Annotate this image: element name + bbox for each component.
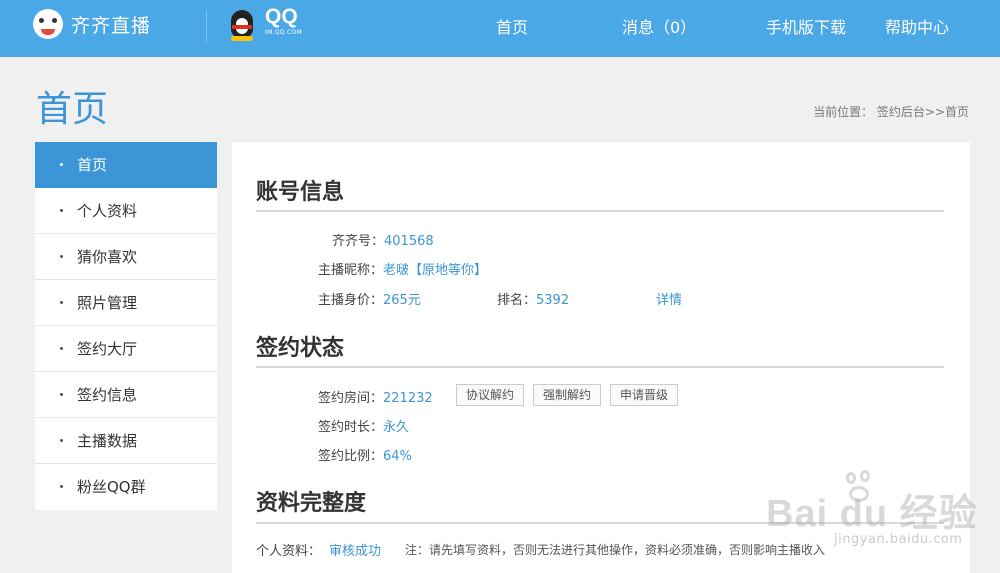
sidebar-item-label: 猜你喜欢 [77, 248, 138, 266]
sidebar-item-recommend[interactable]: 猜你喜欢 [35, 234, 217, 280]
rank-row: 排名：5392 [497, 289, 569, 308]
room-row: 签约房间：221232 [318, 387, 433, 406]
nickname-row: 主播昵称：老啵【原地等你】 [318, 259, 487, 278]
force-terminate-button[interactable]: 强制解约 [533, 384, 602, 406]
sidebar-item-contract-info[interactable]: 签约信息 [35, 372, 217, 418]
sidebar-item-contract-hall[interactable]: 签约大厅 [35, 326, 217, 372]
watermark-url: jingyan.baidu.com [834, 532, 963, 547]
bullet-icon [60, 301, 63, 304]
section-divider [256, 210, 944, 212]
section-title-contract: 签约状态 [256, 336, 345, 361]
sidebar-item-label: 粉丝QQ群 [77, 478, 146, 496]
qq-logo-subtext: IM.QQ.COM [265, 29, 302, 36]
qiqi-id-value: 401568 [384, 234, 434, 249]
qq-penguin-icon [228, 6, 256, 42]
nav-messages[interactable]: 消息（0） [622, 14, 696, 37]
nav-mobile-download[interactable]: 手机版下载 [766, 14, 846, 37]
header-divider [206, 10, 207, 42]
ratio-value: 64% [383, 449, 412, 464]
section-divider [256, 366, 944, 368]
sidebar-menu: 首页 个人资料 猜你喜欢 照片管理 签约大厅 签约信息 主播数据 粉丝QQ群 [35, 142, 217, 510]
apply-promotion-button[interactable]: 申请晋级 [610, 384, 679, 406]
detail-link[interactable]: 详情 [656, 289, 682, 308]
personal-info-row: 个人资料： 审核成功 [256, 540, 381, 559]
worth-label: 主播身价： [318, 293, 384, 308]
qiqi-id-row: 齐齐号：401568 [332, 230, 434, 249]
page-title: 首页 [36, 89, 109, 130]
personal-info-label: 个人资料： [256, 544, 322, 559]
section-title-account: 账号信息 [256, 180, 345, 205]
bullet-icon [60, 163, 63, 166]
sidebar-item-label: 主播数据 [77, 432, 138, 450]
personal-info-status[interactable]: 审核成功 [329, 544, 381, 559]
sidebar-item-fan-qq-group[interactable]: 粉丝QQ群 [35, 464, 217, 510]
nav-help-center[interactable]: 帮助中心 [885, 14, 949, 37]
rank-label: 排名： [497, 293, 537, 308]
bullet-icon [60, 347, 63, 350]
brand-name: 齐齐直播 [71, 14, 152, 37]
sidebar-item-anchor-data[interactable]: 主播数据 [35, 418, 217, 464]
duration-label: 签约时长： [318, 420, 384, 435]
room-label: 签约房间： [318, 391, 384, 406]
sidebar-item-label: 首页 [77, 156, 108, 174]
room-value: 221232 [383, 391, 433, 406]
qq-logo-text: QQ [265, 5, 298, 28]
sidebar-item-label: 签约信息 [77, 386, 138, 404]
bullet-icon [60, 393, 63, 396]
top-navigation-bar: 齐齐直播 QQ IM.QQ.COM 首页 消息（0） 手机版下载 帮助中心 [0, 0, 1000, 57]
baidu-jingyan-watermark: Bai du 经验 jingyan.baidu.com [762, 468, 992, 558]
qq-logo[interactable]: QQ IM.QQ.COM [228, 6, 302, 42]
watermark-text: Bai du 经验 [766, 493, 978, 535]
bullet-icon [60, 255, 63, 258]
agreement-terminate-button[interactable]: 协议解约 [456, 384, 525, 406]
bullet-icon [60, 209, 63, 212]
duration-value: 永久 [383, 420, 410, 435]
rank-value: 5392 [536, 293, 570, 308]
nickname-value: 老啵【原地等你】 [383, 263, 488, 278]
section-title-profile: 资料完整度 [256, 491, 367, 516]
bullet-icon [60, 439, 63, 442]
sidebar-item-photos[interactable]: 照片管理 [35, 280, 217, 326]
duration-row: 签约时长：永久 [318, 416, 409, 435]
sidebar-item-home[interactable]: 首页 [35, 142, 217, 188]
sidebar-item-label: 照片管理 [77, 294, 138, 312]
sidebar-item-label: 个人资料 [77, 202, 138, 220]
bullet-icon [60, 485, 63, 488]
breadcrumb: 当前位置： 签约后台>>首页 [813, 105, 969, 119]
sidebar-item-profile[interactable]: 个人资料 [35, 188, 217, 234]
nav-home[interactable]: 首页 [496, 14, 528, 37]
worth-value: 265元 [383, 293, 421, 308]
ratio-row: 签约比例：64% [318, 445, 412, 464]
brand-logo-link[interactable]: 齐齐直播 [33, 6, 151, 42]
bear-mascot-icon [33, 9, 63, 39]
worth-row: 主播身价：265元 [318, 289, 421, 308]
sidebar-item-label: 签约大厅 [77, 340, 138, 358]
ratio-label: 签约比例： [318, 449, 384, 464]
qiqi-id-label: 齐齐号： [332, 234, 385, 249]
nickname-label: 主播昵称： [318, 263, 384, 278]
